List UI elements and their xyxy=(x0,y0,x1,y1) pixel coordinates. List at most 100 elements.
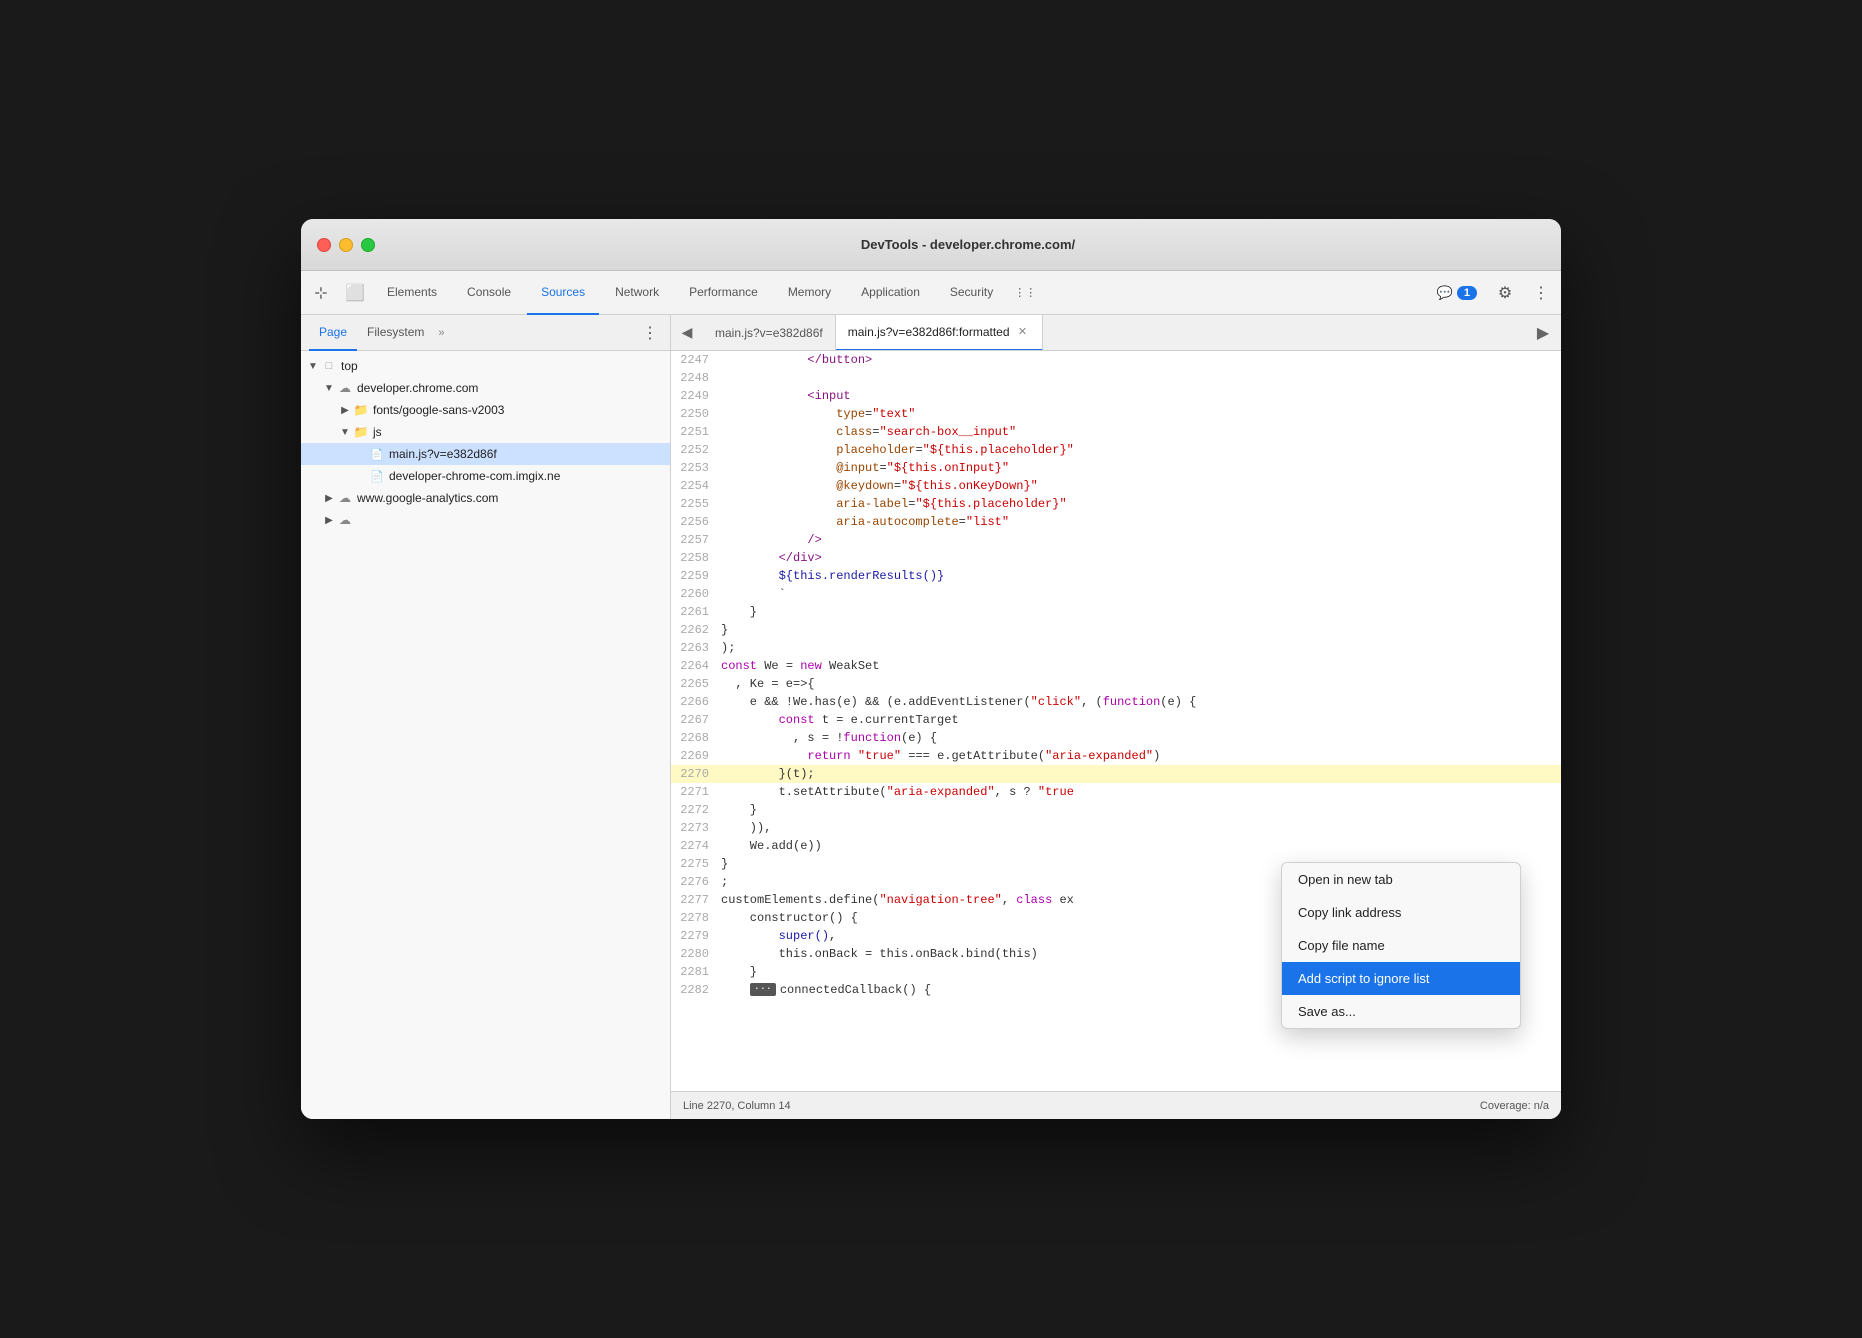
tree-item-js-folder[interactable]: ▼ 📁 js xyxy=(301,421,670,443)
main-content: Page Filesystem » ⋮ ▼ □ top xyxy=(301,315,1561,1119)
arrow-icon: ▼ xyxy=(337,424,353,440)
arrow-icon: ▼ xyxy=(305,358,321,374)
main-tab-bar: ⊹ ⬜ Elements Console Sources Network Per… xyxy=(301,271,1561,315)
tab-bar-left: ⊹ ⬜ Elements Console Sources Network Per… xyxy=(305,271,1041,315)
badge-count: 1 xyxy=(1457,286,1477,300)
code-tab-main-js[interactable]: main.js?v=e382d86f xyxy=(703,315,836,351)
code-line: 2261 } xyxy=(671,603,1561,621)
context-menu-copy-filename[interactable]: Copy file name xyxy=(1282,929,1520,962)
code-line: 2259 ${this.renderResults()} xyxy=(671,567,1561,585)
file-icon: 📄 xyxy=(369,468,385,484)
code-line: 2271 t.setAttribute("aria-expanded", s ?… xyxy=(671,783,1561,801)
tree-item-analytics[interactable]: ▶ ☁ xyxy=(301,509,670,531)
code-line: 2248 xyxy=(671,369,1561,387)
code-line: 2265 , Ke = e=>{ xyxy=(671,675,1561,693)
code-line: 2249 <input xyxy=(671,387,1561,405)
code-line: 2273 )), xyxy=(671,819,1561,837)
tab-console[interactable]: Console xyxy=(453,271,525,315)
code-line: 2255 aria-label="${this.placeholder}" xyxy=(671,495,1561,513)
sidebar-more-tabs[interactable]: » xyxy=(438,327,444,339)
context-menu-copy-link[interactable]: Copy link address xyxy=(1282,896,1520,929)
code-tab-bar: ◀ main.js?v=e382d86f main.js?v=e382d86f:… xyxy=(671,315,1561,351)
tree-item-fonts[interactable]: ▶ 📁 fonts/google-sans-v2003 xyxy=(301,399,670,421)
settings-icon-btn[interactable]: ⚙ xyxy=(1489,277,1521,309)
context-menu: Open in new tab Copy link address Copy f… xyxy=(1281,862,1521,1029)
tab-sources[interactable]: Sources xyxy=(527,271,599,315)
code-line: 2274 We.add(e)) xyxy=(671,837,1561,855)
traffic-lights xyxy=(317,238,375,252)
code-line: 2256 aria-autocomplete="list" xyxy=(671,513,1561,531)
sidebar: Page Filesystem » ⋮ ▼ □ top xyxy=(301,315,671,1119)
sidebar-more-options[interactable]: ⋮ xyxy=(638,321,662,345)
code-line: 2258 </div> xyxy=(671,549,1561,567)
folder-icon: 📁 xyxy=(353,424,369,440)
code-line: 2250 type="text" xyxy=(671,405,1561,423)
more-tabs-btn[interactable]: ⋮⋮ xyxy=(1009,277,1041,309)
code-line: 2269 return "true" === e.getAttribute("a… xyxy=(671,747,1561,765)
cloud-icon: ☁ xyxy=(337,380,353,396)
code-line: 2253 @input="${this.onInput}" xyxy=(671,459,1561,477)
tree-item-index[interactable]: ▶ 📄 developer-chrome-com.imgix.ne xyxy=(301,465,670,487)
arrow-icon: ▶ xyxy=(337,402,353,418)
tree-item-main-js[interactable]: ▶ 📄 main.js?v=e382d86f xyxy=(301,443,670,465)
code-line: 2264 const We = new WeakSet xyxy=(671,657,1561,675)
cursor-icon-btn[interactable]: ⊹ xyxy=(305,277,337,309)
code-line: 2272 } xyxy=(671,801,1561,819)
context-menu-add-ignore[interactable]: Add script to ignore list xyxy=(1282,962,1520,995)
title-bar: DevTools - developer.chrome.com/ xyxy=(301,219,1561,271)
code-line: 2251 class="search-box__input" xyxy=(671,423,1561,441)
device-icon-btn[interactable]: ⬜ xyxy=(339,277,371,309)
cloud-icon: ☁ xyxy=(337,490,353,506)
tab-elements[interactable]: Elements xyxy=(373,271,451,315)
more-options-btn[interactable]: ⋮ xyxy=(1525,277,1557,309)
cloud-icon: ☁ xyxy=(337,512,353,528)
maximize-button[interactable] xyxy=(361,238,375,252)
code-line: 2262 } xyxy=(671,621,1561,639)
code-line: 2267 const t = e.currentTarget xyxy=(671,711,1561,729)
code-line: 2257 /> xyxy=(671,531,1561,549)
code-panel: ◀ main.js?v=e382d86f main.js?v=e382d86f:… xyxy=(671,315,1561,1119)
status-bar: Line 2270, Column 14 Coverage: n/a xyxy=(671,1091,1561,1119)
arrow-icon: ▼ xyxy=(321,380,337,396)
cursor-position: Line 2270, Column 14 xyxy=(683,1100,791,1112)
code-line-highlighted: 2270 }(t); xyxy=(671,765,1561,783)
tree-item-imgix[interactable]: ▶ ☁ www.google-analytics.com xyxy=(301,487,670,509)
tab-performance[interactable]: Performance xyxy=(675,271,772,315)
coverage-status: Coverage: n/a xyxy=(1480,1100,1549,1112)
close-tab-btn[interactable]: ✕ xyxy=(1016,325,1030,339)
code-line: 2263 ); xyxy=(671,639,1561,657)
devtools-window: DevTools - developer.chrome.com/ ⊹ ⬜ Ele… xyxy=(301,219,1561,1119)
tab-memory[interactable]: Memory xyxy=(774,271,845,315)
code-line: 2254 @keydown="${this.onKeyDown}" xyxy=(671,477,1561,495)
close-button[interactable] xyxy=(317,238,331,252)
arrow-icon: ▶ xyxy=(321,512,337,528)
code-line: 2247 </button> xyxy=(671,351,1561,369)
collapse-panel-btn[interactable]: ▶ xyxy=(1525,315,1561,351)
sidebar-tree: ▼ □ top ▼ ☁ developer.chrome.com ▶ 📁 xyxy=(301,351,670,1119)
message-badge[interactable]: 💬 1 xyxy=(1429,285,1485,301)
folder-icon: □ xyxy=(321,358,337,374)
tab-application[interactable]: Application xyxy=(847,271,934,315)
context-menu-save-as[interactable]: Save as... xyxy=(1282,995,1520,1028)
sidebar-tab-bar: Page Filesystem » ⋮ xyxy=(301,315,670,351)
code-line: 2252 placeholder="${this.placeholder}" xyxy=(671,441,1561,459)
minimize-button[interactable] xyxy=(339,238,353,252)
code-line: 2268 , s = !function(e) { xyxy=(671,729,1561,747)
code-tab-formatted[interactable]: main.js?v=e382d86f:formatted ✕ xyxy=(836,315,1043,351)
tab-security[interactable]: Security xyxy=(936,271,1007,315)
folder-icon: 📁 xyxy=(353,402,369,418)
sidebar-tab-filesystem[interactable]: Filesystem xyxy=(357,315,434,351)
window-title: DevTools - developer.chrome.com/ xyxy=(391,237,1545,252)
tree-item-top[interactable]: ▼ □ top xyxy=(301,355,670,377)
js-file-icon: 📄 xyxy=(369,446,385,462)
sidebar-tab-page[interactable]: Page xyxy=(309,315,357,351)
code-line: 2260 ` xyxy=(671,585,1561,603)
context-menu-open-new-tab[interactable]: Open in new tab xyxy=(1282,863,1520,896)
arrow-icon: ▶ xyxy=(321,490,337,506)
tab-network[interactable]: Network xyxy=(601,271,673,315)
toggle-sidebar-btn[interactable]: ◀ xyxy=(671,317,703,349)
tree-item-developer-chrome[interactable]: ▼ ☁ developer.chrome.com xyxy=(301,377,670,399)
code-line: 2266 e && !We.has(e) && (e.addEventListe… xyxy=(671,693,1561,711)
devtools-body: ⊹ ⬜ Elements Console Sources Network Per… xyxy=(301,271,1561,1119)
tab-bar-right: 💬 1 ⚙ ⋮ xyxy=(1429,277,1557,309)
